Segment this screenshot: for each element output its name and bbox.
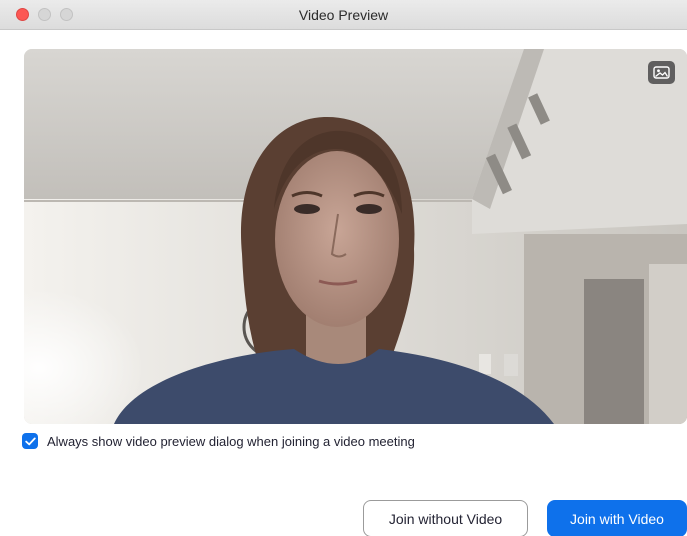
always-show-preview-option[interactable]: Always show video preview dialog when jo… [22,431,415,451]
checkmark-icon [24,437,36,445]
video-preview-window: Video Preview Always show video preview … [0,0,687,536]
window-title: Video Preview [298,7,389,23]
join-without-video-button[interactable]: Join without Video [363,500,528,536]
video-preview [24,49,687,424]
always-show-preview-checkbox[interactable] [22,433,38,449]
join-with-video-button[interactable]: Join with Video [547,500,687,536]
camera-feed-image [24,49,687,424]
always-show-preview-label[interactable]: Always show video preview dialog when jo… [47,434,415,449]
image-icon [653,66,670,79]
virtual-background-button[interactable] [648,61,675,84]
title-bar[interactable]: Video Preview [0,0,687,30]
